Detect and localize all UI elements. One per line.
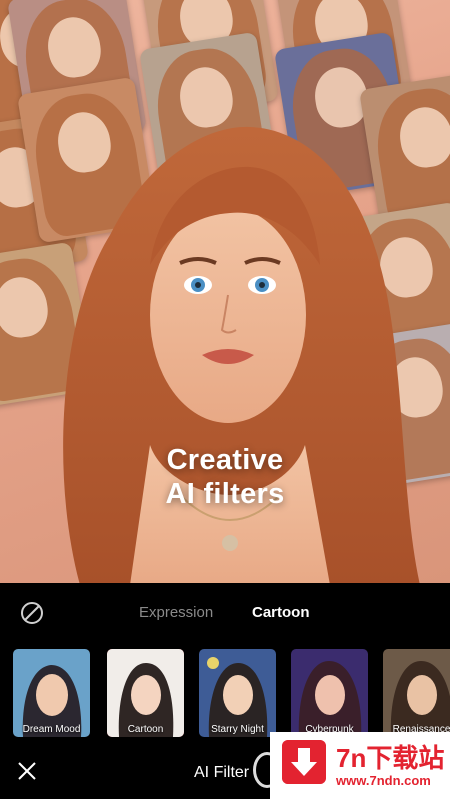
- screen-title: AI Filter: [194, 764, 250, 781]
- hero-artwork: Creative AI filters: [0, 0, 450, 583]
- hero-headline: Creative AI filters: [0, 443, 450, 511]
- watermark-title: 7n下载站: [336, 743, 445, 773]
- close-icon[interactable]: [16, 760, 38, 782]
- filter-thumbnails: Dream Mood Cartoon Starry Night Cyberpun…: [13, 649, 450, 737]
- headline-line-1: Creative: [166, 444, 284, 476]
- filter-dream-mood[interactable]: Dream Mood: [13, 649, 90, 737]
- watermark-url: www.7ndn.com: [336, 773, 431, 788]
- none-icon[interactable]: [20, 601, 44, 625]
- filter-cyberpunk[interactable]: Cyberpunk: [291, 649, 368, 737]
- filter-label: Dream Mood: [22, 724, 81, 735]
- filter-cartoon[interactable]: Cartoon: [107, 649, 184, 737]
- filter-label: Starry Night: [211, 724, 264, 735]
- tab-expression[interactable]: Expression: [139, 604, 213, 621]
- hero-portrait: [63, 126, 420, 583]
- headline-line-2: AI filters: [165, 478, 285, 510]
- filter-starry-night[interactable]: Starry Night: [199, 649, 276, 737]
- tab-cartoon[interactable]: Cartoon: [252, 604, 310, 621]
- filter-label: Cartoon: [127, 724, 164, 735]
- filter-renaissance[interactable]: Renaissance: [383, 649, 450, 737]
- download-arrow-icon: [282, 740, 326, 784]
